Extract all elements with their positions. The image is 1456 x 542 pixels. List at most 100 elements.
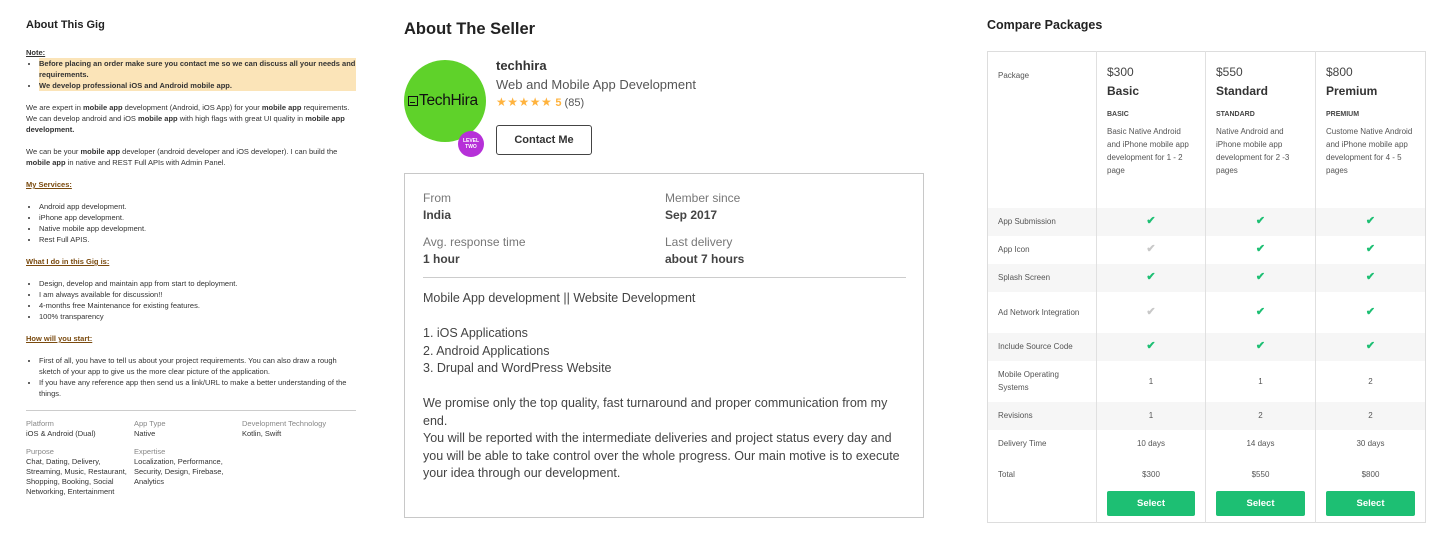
feature-value: ✔: [1205, 291, 1316, 333]
check-icon: ✔: [1146, 305, 1156, 318]
total-price: $300: [1142, 469, 1160, 479]
meta-label: Platform: [26, 419, 54, 428]
feature-value: 1: [1096, 360, 1206, 402]
start-list: First of all, you have to tell us about …: [39, 355, 356, 399]
stat-value: about 7 hours: [665, 252, 745, 266]
feature-label: Include Source Code: [987, 332, 1097, 361]
description-line: We promise only the top quality, fast tu…: [423, 396, 888, 428]
feature-row: Delivery Time 10 days 14 days 30 days: [988, 429, 1426, 458]
package-tier: STANDARD: [1216, 111, 1255, 118]
body-text: We are expert in: [26, 103, 83, 112]
total-cell: $550 Select: [1205, 457, 1316, 523]
meta-value: Chat, Dating, Delivery, Streaming, Music…: [26, 457, 127, 496]
seller-rating: ★★★★★ 5 (85): [496, 95, 696, 109]
description-line: Mobile App development || Website Develo…: [423, 291, 696, 305]
seller-stats: From India Member since Sep 2017 Avg. resp…: [423, 191, 907, 266]
feature-value: ✔: [1096, 235, 1206, 264]
meta-expertise: Expertise Localization, Performance, Secu…: [134, 447, 242, 497]
feature-label: Revisions: [987, 401, 1097, 430]
stat-value: India: [423, 208, 452, 222]
seller-logo: TechHira: [408, 92, 478, 110]
feature-row: Splash Screen ✔ ✔ ✔: [987, 263, 1426, 292]
feature-text: 30 days: [1356, 439, 1385, 448]
body-text: development (Android, iOS App) for your: [122, 103, 262, 112]
feature-row: App Icon ✔ ✔ ✔: [988, 235, 1426, 264]
service-item: Rest Full APIS.: [39, 234, 356, 245]
meta-label: Expertise: [134, 447, 166, 456]
package-name: Standard: [1216, 84, 1269, 98]
check-icon: ✔: [1255, 215, 1266, 227]
check-icon: ✔: [1255, 243, 1266, 255]
check-icon: ✔: [1146, 271, 1156, 283]
feature-value: ✔: [1315, 263, 1426, 292]
package-description: Native Android and iPhone mobile app dev…: [1216, 127, 1290, 175]
doing-list: Design, develop and maintain app from st…: [39, 278, 356, 322]
feature-label: Mobile Operating Systems: [998, 370, 1059, 392]
feature-value: 10 days: [1096, 429, 1206, 458]
body-text: with high flags with great UI quality in: [177, 114, 306, 123]
stat-label: From: [423, 191, 451, 205]
start-heading: How will you start:: [26, 334, 93, 343]
total-cell: $300 Select: [1096, 457, 1206, 523]
feature-value: ✔: [1315, 291, 1426, 333]
check-icon: ✔: [1365, 305, 1376, 318]
services-list: Android app development.iPhone app devel…: [39, 201, 356, 245]
select-button[interactable]: Select: [1326, 490, 1415, 516]
feature-value: ✔: [1096, 291, 1206, 333]
meta-value: iOS & Android (Dual): [26, 429, 96, 438]
service-item: Native mobile app development.: [39, 223, 356, 234]
feature-value: ✔: [1096, 332, 1206, 361]
check-icon: ✔: [1255, 271, 1266, 283]
gig-metadata: Platform iOS & Android (Dual) App Type Nat…: [26, 419, 356, 497]
feature-value: ✔: [1205, 332, 1316, 361]
feature-value: ✔: [1205, 235, 1316, 264]
feature-value: 1: [1096, 401, 1206, 430]
feature-label: Ad Network Integration: [998, 307, 1080, 317]
keyword-text: mobile app: [26, 158, 66, 167]
meta-value: Kotlin, Swift: [242, 429, 282, 438]
feature-value: ✔: [1205, 263, 1316, 292]
services-heading: My Services:: [26, 180, 72, 189]
doing-item: Design, develop and maintain app from st…: [39, 278, 356, 289]
feature-value: 2: [1315, 360, 1426, 402]
feature-text: 10 days: [1136, 439, 1166, 448]
seller-name[interactable]: techhira: [496, 58, 696, 73]
total-price: $550: [1251, 469, 1270, 479]
compare-packages-title: Compare Packages: [987, 18, 1103, 32]
select-button[interactable]: Select: [1107, 490, 1195, 516]
package-name: Basic: [1107, 84, 1140, 98]
seller-tagline: Web and Mobile App Development: [496, 77, 696, 92]
seller-avatar[interactable]: TechHira: [404, 60, 486, 142]
check-icon: ✔: [1365, 271, 1376, 283]
seller-stats-box: From India Member since Sep 2017 Avg. resp…: [404, 173, 924, 518]
feature-value: 2: [1315, 401, 1426, 430]
feature-value: ✔: [1096, 263, 1206, 292]
meta-dev-tech: Development Technology Kotlin, Swift: [242, 419, 356, 439]
total-label: Total: [998, 469, 1015, 479]
meta-value: Native: [134, 429, 156, 438]
feature-row: Include Source Code ✔ ✔ ✔: [987, 332, 1426, 361]
stat-label: Last delivery: [665, 235, 733, 249]
stats-divider: [423, 277, 906, 278]
keyword-text: mobile app: [82, 103, 123, 112]
feature-value: ✔: [1315, 332, 1426, 361]
package-price: $800: [1326, 65, 1353, 79]
feature-row: Revisions 1 2 2: [987, 401, 1426, 430]
doing-item: I am always available for discussion!!: [39, 289, 356, 300]
gig-paragraph-1: We are expert in mobile app development …: [26, 102, 356, 135]
package-basic: $300 Basic BASIC Basic Native Android an…: [1096, 51, 1206, 208]
service-item: iPhone app development.: [39, 212, 356, 223]
meta-purpose: Purpose Chat, Dating, Delivery, Streaming…: [26, 447, 134, 497]
select-button[interactable]: Select: [1216, 490, 1305, 516]
gig-description: Note: Before placing an order make sure …: [26, 47, 356, 399]
level-badge-line: TWO: [465, 144, 477, 150]
meta-platform: Platform iOS & Android (Dual): [26, 419, 134, 439]
contact-me-button[interactable]: Contact Me: [496, 125, 592, 155]
total-row: Total $300 Select $550 Select $800 Select: [988, 457, 1426, 523]
doing-item: 4-months free Maintenance for existing f…: [39, 300, 356, 311]
stat-value: 1 hour: [423, 252, 460, 266]
stat-response-time: Avg. response time 1 hour: [423, 235, 665, 266]
stat-from: From India: [423, 191, 665, 222]
